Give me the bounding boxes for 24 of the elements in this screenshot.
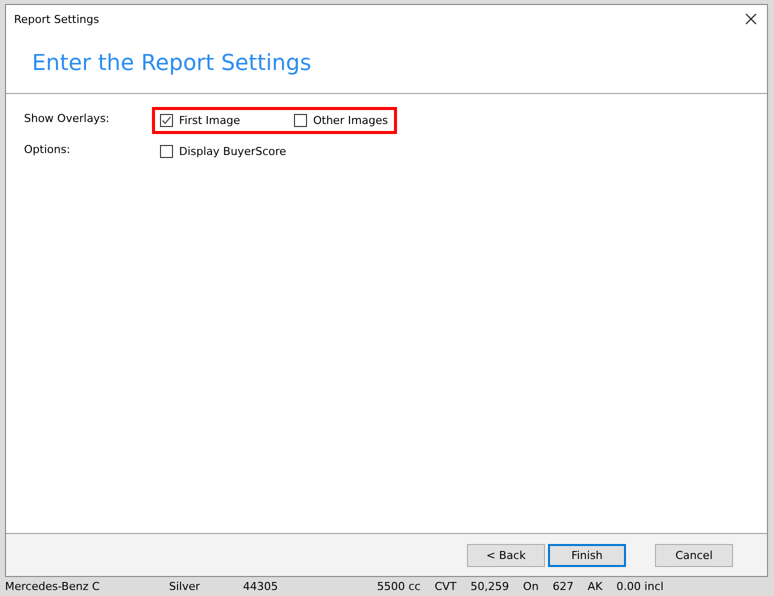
dialog-button[interactable]: < Back <box>467 544 545 566</box>
page-heading: Enter the Report Settings <box>32 50 312 76</box>
table-cell: On <box>523 580 539 593</box>
table-cell-text: Mercedes-Benz C <box>5 580 101 593</box>
checkbox-label[interactable]: First Image <box>179 114 240 127</box>
table-cell: AK <box>588 580 602 593</box>
table-cell-text: 44305 <box>243 580 279 593</box>
dialog-button[interactable]: Cancel <box>655 544 733 566</box>
checkbox[interactable] <box>160 114 173 127</box>
dialog-button[interactable]: Finish <box>548 544 626 566</box>
checkbox[interactable] <box>160 145 173 158</box>
table-cell: 0.00 incl <box>616 580 664 593</box>
window-title: Report Settings <box>14 12 100 26</box>
table-cell: 627 <box>552 580 574 593</box>
close-icon[interactable] <box>745 13 757 25</box>
table-cell: 5500 cc <box>377 580 421 593</box>
checkbox-label[interactable]: Display BuyerScore <box>179 145 286 158</box>
table-cell-text: Silver <box>169 580 201 593</box>
table-cell: CVT <box>434 580 457 593</box>
setting-label: Options: <box>24 142 72 156</box>
checkbox[interactable] <box>294 114 308 127</box>
checkbox-label[interactable]: Other Images <box>313 114 388 127</box>
setting-label: Show Overlays: <box>24 111 110 125</box>
table-cell: 50,259 <box>470 580 510 593</box>
